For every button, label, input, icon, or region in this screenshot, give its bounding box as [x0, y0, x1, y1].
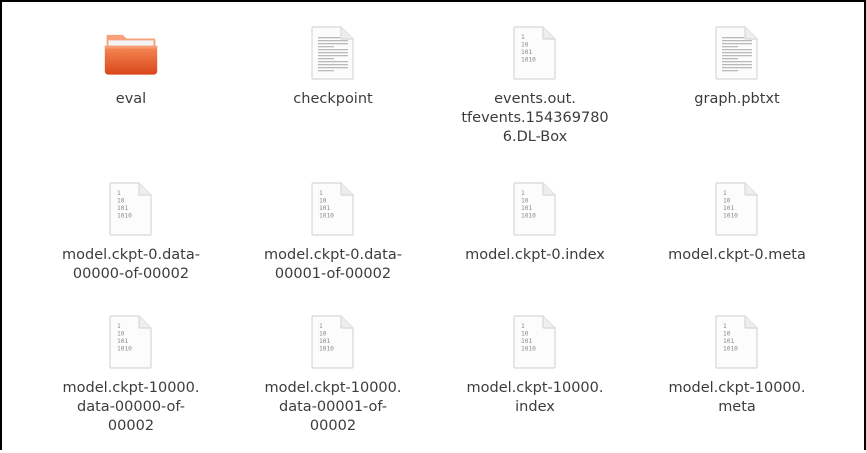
svg-text:1: 1 [723, 190, 727, 197]
svg-text:1: 1 [117, 323, 121, 330]
file-name-label: checkpoint [293, 91, 373, 107]
file-name-label: graph.pbtxt [694, 91, 780, 107]
svg-text:10: 10 [723, 331, 731, 338]
file-name-label: events.out. tfevents.154369780 6.DL-Box [461, 91, 609, 145]
binary-file-icon: 1 10 101 1010 [103, 180, 159, 238]
file-name-label: model.ckpt-0.index [465, 247, 605, 263]
file-grid: eval checkpoint 1 10 101 1010 events.out. t… [30, 24, 838, 453]
binary-file-icon: 1 10 101 1010 [103, 313, 159, 371]
svg-text:101: 101 [319, 205, 330, 212]
svg-text:10: 10 [521, 331, 529, 338]
svg-text:10: 10 [117, 331, 125, 338]
file-item[interactable]: 1 10 101 1010 model.ckpt-10000. data-00001-… [232, 313, 434, 453]
file-name-label: model.ckpt-10000. data-00000-of- 00002 [62, 380, 200, 434]
text-file-icon [709, 24, 765, 82]
svg-text:10: 10 [319, 198, 327, 205]
binary-file-icon: 1 10 101 1010 [305, 180, 361, 238]
binary-file-icon: 1 10 101 1010 [507, 24, 563, 82]
file-name-label: model.ckpt-0.meta [668, 247, 806, 263]
svg-text:1010: 1010 [521, 213, 536, 220]
file-item[interactable]: eval [30, 24, 232, 180]
svg-text:101: 101 [723, 205, 734, 212]
file-item[interactable]: 1 10 101 1010 model.ckpt-0.index [434, 180, 636, 313]
svg-text:10: 10 [117, 198, 125, 205]
svg-text:10: 10 [521, 42, 529, 49]
text-file-icon [305, 24, 361, 82]
svg-text:1: 1 [723, 323, 727, 330]
file-name-label: model.ckpt-0.data- 00000-of-00002 [62, 247, 200, 282]
file-item[interactable]: graph.pbtxt [636, 24, 838, 180]
file-item[interactable]: 1 10 101 1010 model.ckpt-10000. meta [636, 313, 838, 453]
file-name-label: eval [115, 91, 147, 107]
svg-text:101: 101 [521, 205, 532, 212]
svg-text:1010: 1010 [319, 346, 334, 353]
svg-text:1010: 1010 [723, 213, 738, 220]
svg-text:101: 101 [117, 205, 128, 212]
file-name-label: model.ckpt-0.data- 00001-of-00002 [264, 247, 402, 282]
svg-text:101: 101 [723, 338, 734, 345]
svg-text:101: 101 [117, 338, 128, 345]
svg-text:1: 1 [319, 323, 323, 330]
binary-file-icon: 1 10 101 1010 [709, 313, 765, 371]
file-item[interactable]: 1 10 101 1010 model.ckpt-10000. data-00000-… [30, 313, 232, 453]
svg-text:10: 10 [723, 198, 731, 205]
svg-text:101: 101 [521, 49, 532, 56]
file-item[interactable]: checkpoint [232, 24, 434, 180]
file-item[interactable]: 1 10 101 1010 model.ckpt-0.meta [636, 180, 838, 313]
svg-text:1010: 1010 [117, 346, 132, 353]
svg-text:1: 1 [319, 190, 323, 197]
binary-file-icon: 1 10 101 1010 [507, 180, 563, 238]
file-name-label: model.ckpt-10000. index [466, 380, 604, 415]
svg-text:1: 1 [521, 190, 525, 197]
binary-file-icon: 1 10 101 1010 [507, 313, 563, 371]
binary-file-icon: 1 10 101 1010 [709, 180, 765, 238]
file-browser-window: eval checkpoint 1 10 101 1010 events.out. t… [0, 0, 866, 450]
svg-text:101: 101 [319, 338, 330, 345]
svg-text:1010: 1010 [521, 346, 536, 353]
file-item[interactable]: 1 10 101 1010 events.out. tfevents.15436978… [434, 24, 636, 180]
file-item[interactable]: 1 10 101 1010 model.ckpt-10000. index [434, 313, 636, 453]
file-name-label: model.ckpt-10000. data-00001-of- 00002 [264, 380, 402, 434]
svg-text:1010: 1010 [723, 346, 738, 353]
file-item[interactable]: 1 10 101 1010 model.ckpt-0.data- 00000-of-0… [30, 180, 232, 313]
svg-text:1010: 1010 [521, 57, 536, 64]
svg-text:1: 1 [117, 190, 121, 197]
binary-file-icon: 1 10 101 1010 [305, 313, 361, 371]
svg-text:10: 10 [521, 198, 529, 205]
svg-text:10: 10 [319, 331, 327, 338]
file-name-label: model.ckpt-10000. meta [668, 380, 806, 415]
svg-text:1010: 1010 [117, 213, 132, 220]
svg-text:1: 1 [521, 323, 525, 330]
svg-text:1010: 1010 [319, 213, 334, 220]
svg-text:1: 1 [521, 34, 525, 41]
file-item[interactable]: 1 10 101 1010 model.ckpt-0.data- 00001-of-0… [232, 180, 434, 313]
svg-text:101: 101 [521, 338, 532, 345]
folder-icon [103, 24, 159, 82]
